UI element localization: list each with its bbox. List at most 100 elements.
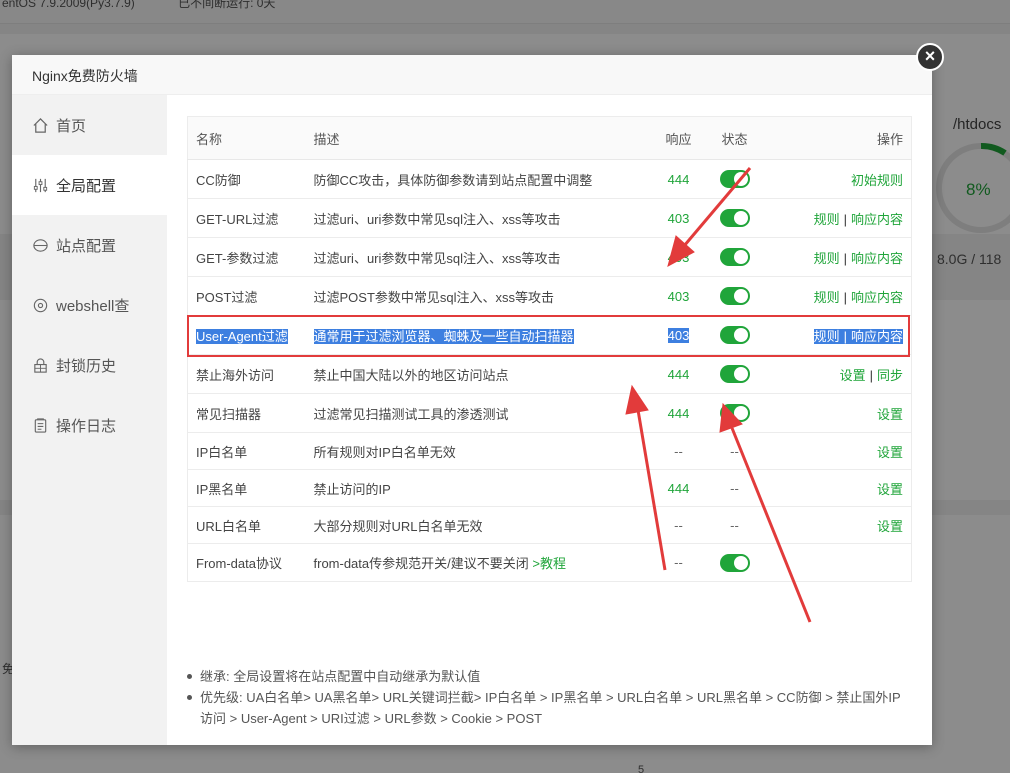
- response-content-link[interactable]: 响应内容: [851, 329, 903, 344]
- selected-text: 通常用于过滤浏览器、蜘蛛及一些自动扫描器: [313, 328, 574, 344]
- rule-status: [705, 237, 764, 277]
- sliders-icon: [31, 176, 49, 194]
- rule-response-code: --: [674, 555, 683, 570]
- status-toggle[interactable]: [719, 287, 750, 305]
- sync-link[interactable]: 同步: [877, 368, 903, 383]
- separator: |: [843, 289, 847, 305]
- sidebar-item-label: 首页: [56, 117, 87, 135]
- rule-name: URL白名单: [187, 506, 306, 544]
- separator: |: [843, 211, 847, 227]
- sidebar-item-operation-log[interactable]: 操作日志: [12, 395, 167, 455]
- rule-desc: 过滤uri、uri参数中常见sql注入、xss等攻击: [305, 237, 652, 277]
- rule-actions: 设置: [763, 393, 912, 433]
- table-row: 禁止海外访问 禁止中国大陆以外的地区访问站点 444 设置 | 同步: [187, 354, 912, 394]
- rule-response-code[interactable]: 444: [651, 469, 706, 507]
- rule-name: From-data协议: [196, 556, 282, 571]
- note-item: 继承: 全局设置将在站点配置中自动继承为默认值: [187, 666, 907, 687]
- table-row: IP黑名单 禁止访问的IP 444 -- 设置: [187, 469, 912, 507]
- rule-status: [705, 354, 764, 394]
- rule-response-code[interactable]: 444: [651, 354, 706, 394]
- initial-rules-link[interactable]: 初始规则: [851, 173, 903, 188]
- separator: |: [843, 328, 847, 344]
- table-row: From-data协议 from-data传参规范开关/建议不要关闭 >教程 -…: [188, 544, 912, 582]
- table-row: GET-URL过滤 过滤uri、uri参数中常见sql注入、xss等攻击 403…: [187, 198, 912, 238]
- table-row-selected: User-Agent过滤 通常用于过滤浏览器、蜘蛛及一些自动扫描器 403 规则…: [187, 315, 912, 355]
- sidebar-item-label: 站点配置: [56, 237, 117, 255]
- rule-response-code: --: [651, 506, 706, 544]
- rule-response-code[interactable]: 403: [651, 237, 706, 277]
- settings-link[interactable]: 设置: [840, 368, 866, 383]
- rule-response-code[interactable]: 403: [651, 198, 706, 238]
- rule-actions: 设置: [763, 432, 912, 470]
- rule-status: [705, 276, 764, 316]
- table-header-row: 名称 描述 响应 状态 操作: [187, 116, 912, 160]
- sidebar: 首页 全局配置 站点配置 webshell查 封锁历史 操作日志: [12, 95, 167, 745]
- rule-desc: 过滤常见扫描测试工具的渗透测试: [305, 393, 652, 433]
- rules-link[interactable]: 规则: [814, 329, 840, 344]
- sidebar-item-home[interactable]: 首页: [12, 95, 167, 155]
- sidebar-item-label: 操作日志: [56, 417, 117, 435]
- tutorial-link[interactable]: >教程: [532, 556, 566, 571]
- table-row: IP白名单 所有规则对IP白名单无效 -- -- 设置: [187, 432, 912, 470]
- response-content-link[interactable]: 响应内容: [851, 251, 903, 266]
- header-status: 状态: [705, 116, 764, 160]
- rules-link[interactable]: 规则: [814, 212, 840, 227]
- rule-status: --: [705, 506, 764, 544]
- status-toggle[interactable]: [719, 553, 750, 572]
- settings-link[interactable]: 设置: [877, 407, 903, 422]
- rule-response-code[interactable]: 403: [651, 276, 706, 316]
- rule-response-code[interactable]: 403: [651, 315, 706, 355]
- settings-link[interactable]: 设置: [877, 519, 903, 534]
- header-name: 名称: [187, 116, 306, 160]
- close-button[interactable]: ×: [916, 43, 944, 71]
- rule-actions: 初始规则: [763, 159, 912, 199]
- status-toggle[interactable]: [719, 365, 750, 383]
- rule-desc: 通常用于过滤浏览器、蜘蛛及一些自动扫描器: [305, 315, 652, 355]
- rule-status: [705, 198, 764, 238]
- rule-actions: 设置 | 同步: [763, 354, 912, 394]
- status-toggle[interactable]: [719, 404, 750, 422]
- settings-link[interactable]: 设置: [877, 445, 903, 460]
- separator: |: [843, 250, 847, 266]
- rule-actions: 规则 | 响应内容: [763, 237, 912, 277]
- settings-link[interactable]: 设置: [877, 482, 903, 497]
- sidebar-item-block-history[interactable]: 封锁历史: [12, 335, 167, 395]
- rule-name: GET-参数过滤: [187, 237, 306, 277]
- rule-name: CC防御: [187, 159, 306, 199]
- table-row: CC防御 防御CC攻击，具体防御参数请到站点配置中调整 444 初始规则: [187, 159, 912, 199]
- rule-response-code[interactable]: 444: [651, 159, 706, 199]
- rule-name: GET-URL过滤: [187, 198, 306, 238]
- rules-table: 名称 描述 响应 状态 操作 CC防御 防御CC攻击，具体防御参数请到站点配置中…: [187, 116, 912, 582]
- status-toggle[interactable]: [719, 170, 750, 188]
- separator: |: [869, 367, 873, 383]
- rule-status: [705, 159, 764, 199]
- status-toggle[interactable]: [719, 209, 750, 227]
- selected-text: User-Agent过滤: [196, 328, 288, 344]
- rule-desc: 过滤uri、uri参数中常见sql注入、xss等攻击: [305, 198, 652, 238]
- rule-status: [705, 393, 764, 433]
- status-toggle[interactable]: [719, 326, 750, 344]
- sidebar-item-webshell[interactable]: webshell查: [12, 275, 167, 335]
- dialog-title: Nginx免费防火墙: [12, 55, 932, 95]
- rule-status: --: [705, 432, 764, 470]
- rule-desc: 所有规则对IP白名单无效: [305, 432, 652, 470]
- rule-status: --: [705, 469, 764, 507]
- rules-panel: 名称 描述 响应 状态 操作 CC防御 防御CC攻击，具体防御参数请到站点配置中…: [187, 116, 912, 582]
- rules-link[interactable]: 规则: [814, 251, 840, 266]
- sidebar-item-label: 封锁历史: [56, 357, 117, 375]
- sidebar-item-global-config[interactable]: 全局配置: [12, 155, 167, 215]
- globe-icon: [31, 236, 49, 254]
- table-row: URL白名单 大部分规则对URL白名单无效 -- -- 设置: [187, 506, 912, 544]
- response-content-link[interactable]: 响应内容: [851, 290, 903, 305]
- rules-link[interactable]: 规则: [814, 290, 840, 305]
- rule-desc: 防御CC攻击，具体防御参数请到站点配置中调整: [305, 159, 652, 199]
- home-icon: [31, 116, 49, 134]
- sidebar-item-label: 全局配置: [56, 177, 117, 195]
- status-toggle[interactable]: [719, 248, 750, 266]
- rule-response-code[interactable]: 444: [651, 393, 706, 433]
- rule-actions: [764, 544, 912, 582]
- response-content-link[interactable]: 响应内容: [851, 212, 903, 227]
- note-item: 优先级: UA白名单> UA黑名单> URL关键词拦截> IP白名单 > IP黑…: [187, 687, 907, 729]
- sidebar-item-site-config[interactable]: 站点配置: [12, 215, 167, 275]
- rule-name: 禁止海外访问: [187, 354, 306, 394]
